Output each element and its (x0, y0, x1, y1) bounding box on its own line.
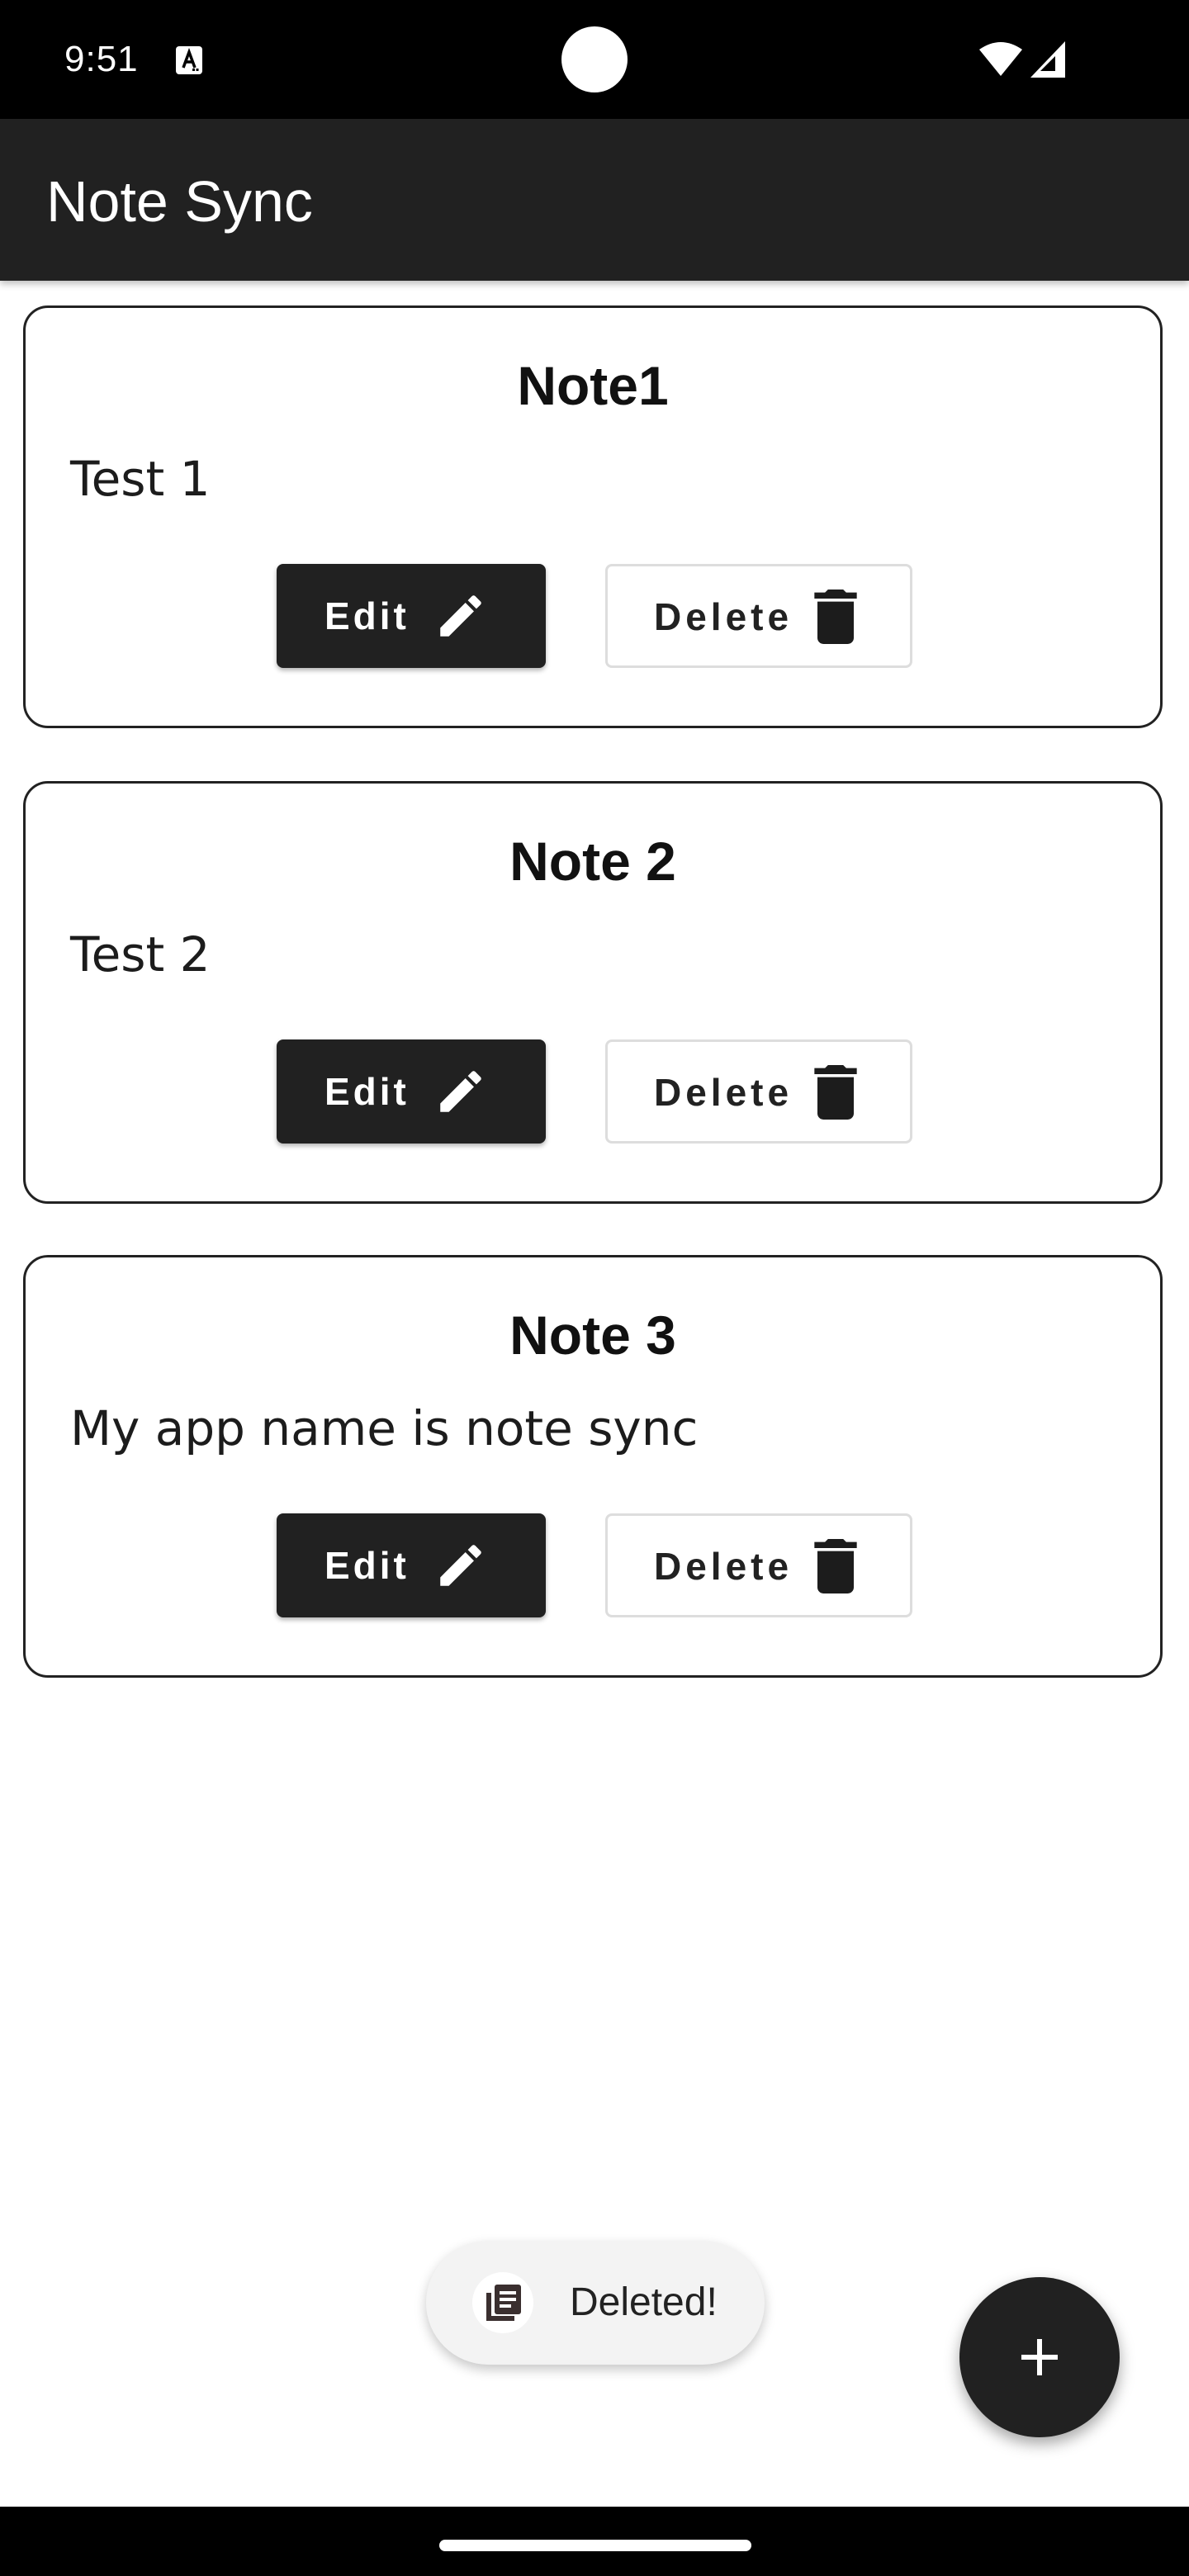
a-notification-icon (176, 46, 202, 74)
note-body: My app name is note sync (70, 1400, 699, 1456)
wifi-icon (979, 42, 1022, 76)
add-note-button[interactable] (959, 2277, 1120, 2437)
home-gesture-handle[interactable] (439, 2540, 751, 2551)
edit-button[interactable]: Edit (277, 1039, 546, 1144)
toast: Deleted! (426, 2241, 765, 2365)
pencil-icon (440, 1071, 481, 1112)
app-title: Note Sync (46, 169, 313, 234)
note-title: Note 3 (509, 1305, 676, 1366)
trash-icon (814, 590, 857, 644)
edit-button-label: Edit (324, 594, 410, 637)
delete-button-label: Delete (654, 1071, 793, 1114)
note-body: Test 1 (70, 451, 211, 507)
edit-button[interactable]: Edit (277, 564, 546, 668)
edit-button[interactable]: Edit (277, 1513, 546, 1617)
note-title: Note 2 (509, 831, 676, 892)
status-time: 9:51 (64, 39, 139, 79)
status-bar: 9:51 (0, 0, 1189, 119)
trash-icon (814, 1065, 857, 1120)
pencil-icon (440, 595, 481, 637)
toast-message: Deleted! (570, 2280, 718, 2324)
edit-button-label: Edit (324, 1070, 410, 1113)
note-card: Note1 Test 1 Edit Delete (23, 305, 1163, 728)
notes-app-icon (472, 2272, 533, 2333)
pencil-icon (440, 1545, 481, 1586)
delete-button[interactable]: Delete (605, 1513, 912, 1617)
plus-icon (1021, 2339, 1058, 2375)
delete-button[interactable]: Delete (605, 1039, 912, 1144)
delete-button-label: Delete (654, 595, 793, 638)
delete-button[interactable]: Delete (605, 564, 912, 668)
app-bar: Note Sync (0, 119, 1189, 281)
camera-cutout (561, 26, 628, 92)
cellular-signal-icon (1030, 41, 1065, 78)
notes-app-icon-glyph (486, 2285, 521, 2321)
trash-icon (814, 1539, 857, 1593)
navigation-bar (0, 2507, 1189, 2576)
note-card: Note 2 Test 2 Edit Delete (23, 781, 1163, 1204)
note-card: Note 3 My app name is note sync Edit Del… (23, 1255, 1163, 1678)
edit-button-label: Edit (324, 1544, 410, 1587)
note-title: Note1 (517, 355, 669, 416)
note-body: Test 2 (70, 926, 211, 983)
delete-button-label: Delete (654, 1545, 793, 1588)
